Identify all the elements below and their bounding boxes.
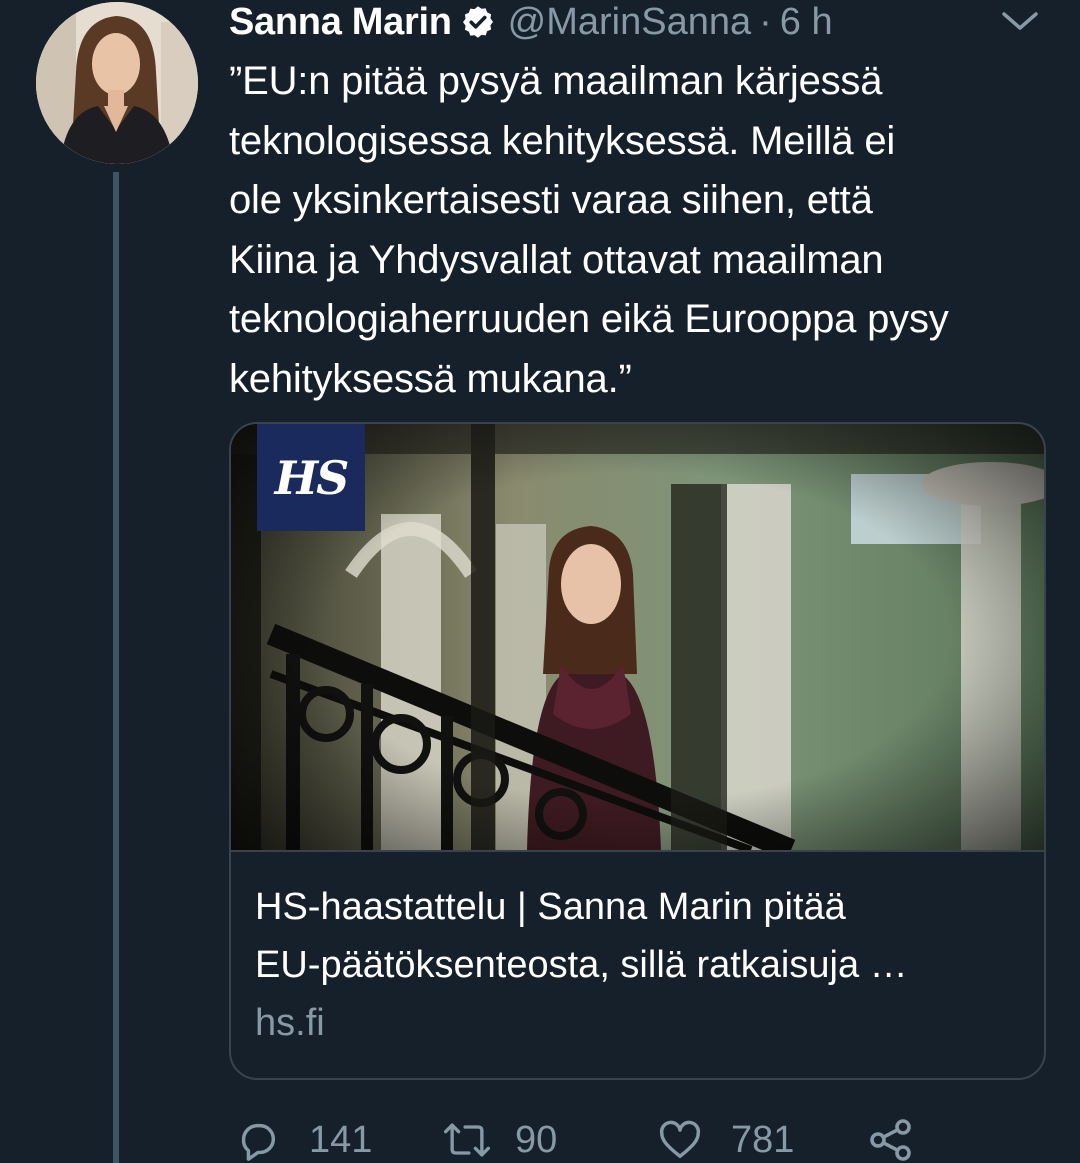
author-handle[interactable]: @MarinSanna (508, 1, 751, 44)
share-button[interactable] (867, 1110, 915, 1163)
like-count: 781 (731, 1118, 795, 1161)
reply-button[interactable]: 141 (235, 1110, 372, 1163)
retweet-button[interactable]: 90 (441, 1110, 557, 1163)
link-card[interactable]: HS HS-haastattelu | Sanna Marin pitää EU… (229, 422, 1046, 1080)
tweet-actions: 141 90 781 (229, 1110, 1049, 1163)
chevron-down-icon[interactable] (1000, 6, 1040, 36)
like-button[interactable]: 781 (657, 1110, 794, 1163)
share-icon (867, 1116, 915, 1163)
avatar[interactable] (36, 2, 198, 164)
tweet[interactable]: Sanna Marin @MarinSanna · 6 h ”EU:n pitä… (0, 0, 1080, 1163)
reply-count: 141 (309, 1118, 373, 1161)
hs-logo-text: HS (274, 450, 350, 505)
tweet-text: ”EU:n pitää pysyä maailman kärjessä tekn… (229, 59, 949, 401)
card-domain: hs.fi (255, 1002, 325, 1044)
tweet-timestamp[interactable]: 6 h (780, 1, 833, 44)
header-separator: · (759, 0, 772, 43)
hs-logo: HS (257, 424, 365, 531)
thread-line (113, 172, 119, 1163)
author-name[interactable]: Sanna Marin (229, 1, 452, 44)
tweet-header: Sanna Marin @MarinSanna · 6 h (229, 0, 833, 44)
card-image[interactable]: HS (231, 424, 1044, 852)
verified-badge-icon (460, 4, 496, 40)
retweet-count: 90 (515, 1118, 558, 1161)
retweet-icon (441, 1117, 493, 1163)
reply-icon (235, 1117, 281, 1163)
card-title[interactable]: HS-haastattelu | Sanna Marin pitää EU-pä… (255, 878, 1025, 994)
heart-icon (657, 1117, 703, 1163)
